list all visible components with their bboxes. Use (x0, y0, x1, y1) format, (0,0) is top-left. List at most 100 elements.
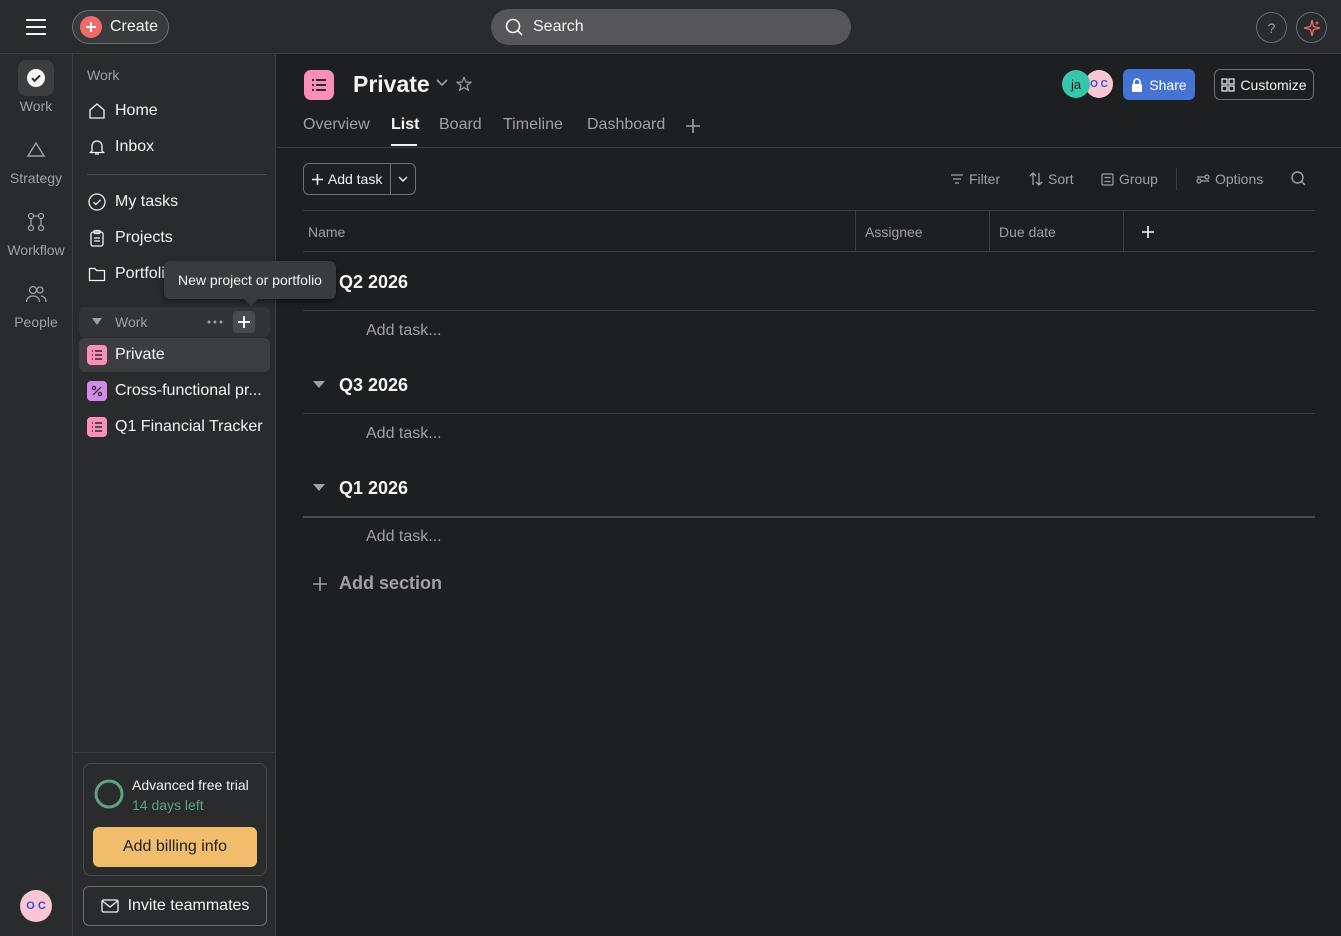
sidebar-team-header[interactable]: Work (79, 307, 270, 337)
add-task-row[interactable]: Add task... (366, 528, 442, 546)
sidebar-item-my-tasks[interactable]: My tasks (79, 185, 270, 219)
mail-icon (100, 899, 119, 913)
star-icon[interactable] (456, 76, 472, 92)
invite-label: Invite teammates (127, 897, 250, 914)
share-button[interactable]: Share (1123, 69, 1195, 100)
tooltip-arrow (244, 299, 258, 306)
divider (1176, 168, 1177, 190)
sidebar-item-label: Projects (115, 229, 173, 246)
chevron-down-icon[interactable] (436, 79, 448, 87)
column-due-date[interactable]: Due date (999, 211, 1056, 252)
add-task-main[interactable]: Add task (304, 164, 392, 194)
tab-list[interactable]: List (391, 116, 419, 134)
column-separator (1123, 211, 1124, 252)
filter-label: Filter (969, 171, 1001, 187)
search-icon (505, 18, 523, 36)
sidebar-project-private[interactable]: Private (79, 338, 270, 372)
sidebar-project-label: Q1 Financial Tracker (115, 418, 263, 435)
section-title[interactable]: Q1 2026 (339, 478, 408, 499)
column-name[interactable]: Name (308, 211, 345, 252)
sidebar-item-home[interactable]: Home (79, 94, 270, 128)
home-icon (87, 101, 107, 121)
search-input[interactable]: Search (491, 9, 851, 45)
ai-sparkle-icon[interactable] (1296, 12, 1327, 43)
sidebar: Work Home Inbox My tasks Projects Portfo… (72, 54, 276, 936)
sidebar-project-q1-financial[interactable]: Q1 Financial Tracker (79, 410, 270, 444)
options-label: Options (1215, 171, 1264, 187)
people-icon (18, 276, 54, 312)
column-separator (989, 211, 990, 252)
add-task-row[interactable]: Add task... (366, 322, 442, 340)
add-task-row[interactable]: Add task... (366, 425, 442, 443)
tab-overview[interactable]: Overview (303, 116, 370, 134)
sidebar-project-label: Cross-functional pr... (115, 382, 262, 399)
rail-label: Work (19, 98, 53, 114)
more-icon[interactable] (207, 320, 223, 324)
sidebar-item-projects[interactable]: Projects (79, 221, 270, 255)
sidebar-item-inbox[interactable]: Inbox (79, 130, 270, 164)
add-billing-button[interactable]: Add billing info (93, 827, 257, 867)
create-button[interactable]: Create (72, 10, 169, 44)
search-placeholder: Search (533, 18, 584, 35)
invite-teammates-button[interactable]: Invite teammates (83, 886, 267, 926)
active-tab-indicator (391, 144, 417, 146)
section-title[interactable]: Q2 2026 (339, 272, 408, 293)
caret-down-icon[interactable] (313, 381, 325, 391)
help-button[interactable]: ? (1256, 12, 1287, 43)
customize-button[interactable]: Customize (1214, 69, 1314, 100)
menu-icon[interactable] (22, 16, 50, 38)
column-separator (855, 211, 856, 252)
plus-icon (311, 173, 323, 185)
add-column-plus-icon[interactable] (1142, 211, 1154, 252)
rail-label: Strategy (9, 170, 63, 186)
clipboard-icon (87, 228, 107, 248)
group-label: Group (1119, 171, 1158, 187)
rail-label: People (14, 314, 58, 330)
member-avatar[interactable]: ja (1062, 70, 1090, 98)
add-project-plus-icon[interactable] (233, 311, 255, 333)
tab-timeline[interactable]: Timeline (503, 116, 563, 134)
add-section-button[interactable]: Add section (313, 573, 442, 594)
section-title[interactable]: Q3 2026 (339, 375, 408, 396)
trial-days-left: 14 days left (132, 797, 204, 813)
sidebar-item-label: Portfoli (115, 265, 165, 282)
group-button[interactable]: Group (1101, 171, 1158, 187)
sort-button[interactable]: Sort (1029, 171, 1074, 187)
rail-item-people[interactable]: People (0, 276, 72, 330)
divider (73, 752, 275, 753)
sidebar-heading: Work (87, 67, 120, 83)
top-bar: Create Search ? (0, 0, 1341, 54)
rail-label: Workflow (7, 242, 65, 258)
sidebar-team-label: Work (115, 314, 148, 330)
search-icon[interactable] (1291, 171, 1306, 186)
section-divider (303, 413, 1315, 414)
workflow-icon (18, 204, 54, 240)
add-task-label: Add task (327, 171, 383, 187)
chevron-down-icon[interactable] (391, 164, 415, 194)
lock-icon (1131, 77, 1143, 92)
folder-icon (87, 264, 107, 284)
add-task-button[interactable]: Add task (303, 163, 416, 195)
user-avatar[interactable]: O C (20, 890, 52, 922)
rail-item-work[interactable]: Work (0, 60, 72, 114)
tab-board[interactable]: Board (439, 116, 482, 134)
caret-down-icon (87, 312, 107, 332)
section-divider (303, 310, 1315, 311)
sidebar-project-label: Private (115, 346, 165, 363)
triangle-icon (18, 132, 54, 168)
caret-down-icon[interactable] (313, 484, 325, 494)
list-icon (87, 417, 107, 437)
filter-button[interactable]: Filter (950, 171, 1000, 187)
sidebar-project-cross-functional[interactable]: Cross-functional pr... (79, 374, 270, 408)
rail-item-workflow[interactable]: Workflow (0, 204, 72, 258)
options-button[interactable]: Options (1196, 171, 1263, 187)
sort-label: Sort (1048, 171, 1074, 187)
add-tab-plus-icon[interactable] (685, 118, 701, 134)
rail-item-strategy[interactable]: Strategy (0, 132, 72, 186)
add-section-label: Add section (339, 573, 443, 593)
tab-dashboard[interactable]: Dashboard (587, 116, 665, 134)
group-icon (1101, 172, 1114, 186)
divider (277, 147, 1341, 148)
bell-icon (87, 137, 107, 157)
column-assignee[interactable]: Assignee (865, 211, 923, 252)
